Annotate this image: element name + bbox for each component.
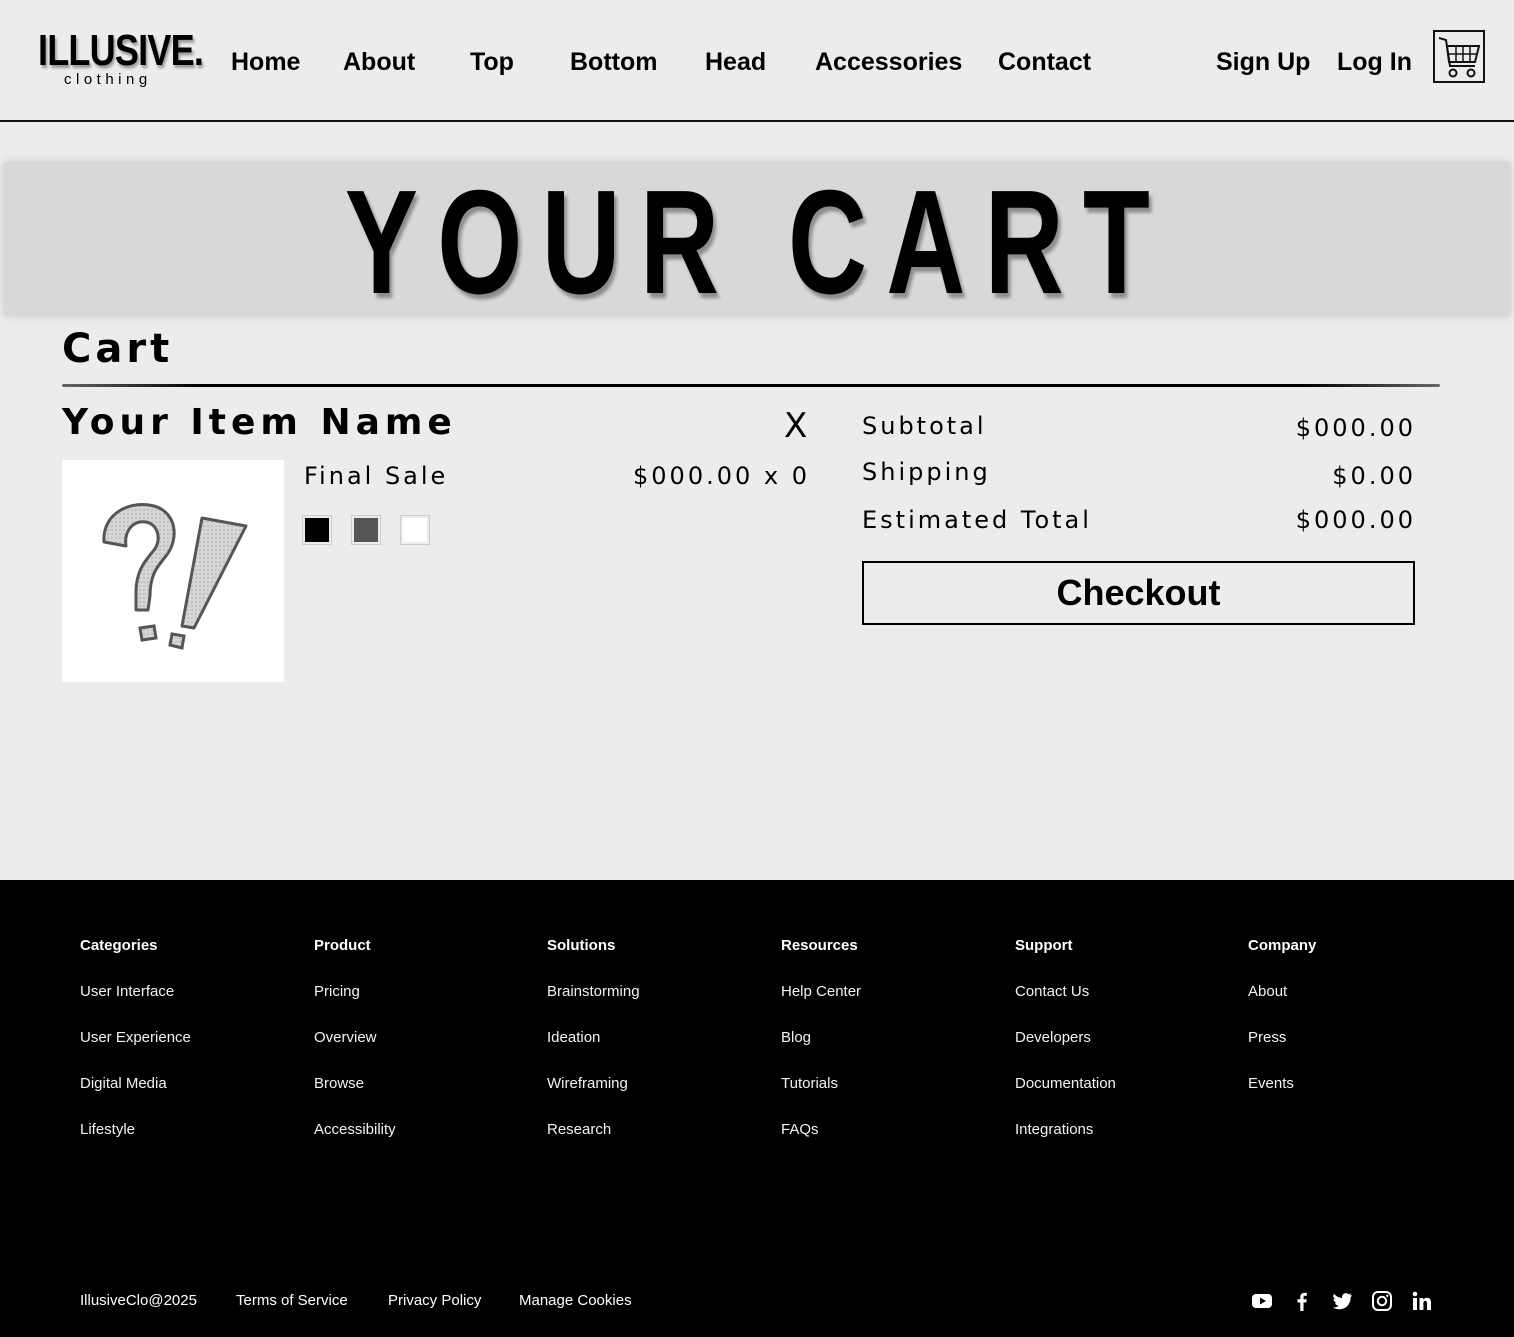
footer-link[interactable]: Wireframing: [547, 1073, 640, 1095]
footer-link[interactable]: Ideation: [547, 1027, 640, 1049]
instagram-icon[interactable]: [1371, 1290, 1393, 1312]
hero-banner: YOUR CART: [4, 160, 1510, 325]
footer-heading: Solutions: [547, 937, 616, 954]
footer-link[interactable]: Integrations: [1015, 1119, 1116, 1141]
logo-wordmark: ILLUSIVE.: [38, 26, 204, 75]
question-exclamation-icon: [102, 503, 248, 650]
nav-bottom[interactable]: Bottom: [570, 46, 657, 78]
subtotal-value: $000.00: [1295, 414, 1416, 442]
linkedin-icon[interactable]: [1411, 1290, 1433, 1312]
site-footer: Categories User Interface User Experienc…: [0, 880, 1514, 1337]
footer-link[interactable]: Events: [1248, 1073, 1316, 1095]
footer-heading: Support: [1015, 937, 1073, 954]
final-sale-label: Final Sale: [304, 462, 449, 490]
footer-heading: Company: [1248, 937, 1317, 954]
footer-link[interactable]: Lifestyle: [80, 1119, 191, 1141]
color-swatch-black[interactable]: [302, 515, 332, 545]
footer-link[interactable]: Contact Us: [1015, 981, 1116, 1003]
page-title: YOUR CART: [344, 160, 1170, 325]
footer-column-company: Company About Press Events: [1248, 935, 1316, 1095]
checkout-button[interactable]: Checkout: [862, 561, 1415, 625]
section-divider: [62, 384, 1440, 387]
product-image[interactable]: [62, 460, 284, 682]
log-in-link[interactable]: Log In: [1337, 46, 1412, 78]
nav-top[interactable]: Top: [470, 46, 514, 78]
shipping-value: $0.00: [1332, 462, 1416, 490]
youtube-icon[interactable]: [1251, 1290, 1273, 1312]
footer-link[interactable]: Documentation: [1015, 1073, 1116, 1095]
site-header: ILLUSIVE. clothing Home About Top Bottom…: [0, 0, 1514, 122]
remove-item-button[interactable]: X: [784, 406, 807, 446]
cart-section-title: Cart: [62, 326, 174, 372]
footer-link[interactable]: FAQs: [781, 1119, 861, 1141]
footer-link[interactable]: Brainstorming: [547, 981, 640, 1003]
footer-link[interactable]: Browse: [314, 1073, 396, 1095]
item-price-quantity: $000.00 x 0: [633, 462, 810, 490]
footer-heading: Categories: [80, 937, 158, 954]
cookies-link[interactable]: Manage Cookies: [519, 1290, 632, 1312]
footer-link[interactable]: Research: [547, 1119, 640, 1141]
shopping-cart-icon: [1438, 37, 1481, 78]
footer-column-categories: Categories User Interface User Experienc…: [80, 935, 191, 1141]
nav-head[interactable]: Head: [705, 46, 766, 78]
twitter-icon[interactable]: [1331, 1290, 1353, 1312]
footer-link[interactable]: Developers: [1015, 1027, 1116, 1049]
sign-up-link[interactable]: Sign Up: [1216, 46, 1310, 78]
estimated-total-label: Estimated Total: [862, 506, 1092, 534]
footer-link[interactable]: Overview: [314, 1027, 396, 1049]
footer-link[interactable]: Help Center: [781, 981, 861, 1003]
footer-column-product: Product Pricing Overview Browse Accessib…: [314, 935, 396, 1141]
footer-column-solutions: Solutions Brainstorming Ideation Wirefra…: [547, 935, 640, 1141]
estimated-total-value: $000.00: [1295, 506, 1416, 534]
nav-home[interactable]: Home: [231, 46, 300, 78]
cart-item-name: Your Item Name: [62, 402, 457, 443]
footer-link[interactable]: Blog: [781, 1027, 861, 1049]
footer-link[interactable]: Digital Media: [80, 1073, 191, 1095]
facebook-icon[interactable]: [1291, 1290, 1313, 1312]
nav-accessories[interactable]: Accessories: [815, 46, 962, 78]
color-swatch-white[interactable]: [400, 515, 430, 545]
terms-link[interactable]: Terms of Service: [236, 1290, 348, 1312]
footer-link[interactable]: User Interface: [80, 981, 191, 1003]
footer-link[interactable]: Pricing: [314, 981, 396, 1003]
cart-button[interactable]: [1433, 30, 1485, 83]
footer-column-support: Support Contact Us Developers Documentat…: [1015, 935, 1116, 1141]
footer-link[interactable]: Accessibility: [314, 1119, 396, 1141]
privacy-link[interactable]: Privacy Policy: [388, 1290, 481, 1312]
shipping-label: Shipping: [862, 458, 991, 486]
footer-heading: Resources: [781, 937, 858, 954]
nav-contact[interactable]: Contact: [998, 46, 1091, 78]
footer-link[interactable]: About: [1248, 981, 1316, 1003]
copyright-text: IllusiveClo@2025: [80, 1292, 197, 1309]
footer-link[interactable]: Tutorials: [781, 1073, 861, 1095]
footer-heading: Product: [314, 937, 371, 954]
nav-about[interactable]: About: [343, 46, 415, 78]
brand-logo[interactable]: ILLUSIVE. clothing: [38, 26, 204, 89]
footer-link[interactable]: Press: [1248, 1027, 1316, 1049]
color-swatch-gray[interactable]: [351, 515, 381, 545]
footer-column-resources: Resources Help Center Blog Tutorials FAQ…: [781, 935, 861, 1141]
footer-link[interactable]: User Experience: [80, 1027, 191, 1049]
subtotal-label: Subtotal: [862, 412, 987, 440]
